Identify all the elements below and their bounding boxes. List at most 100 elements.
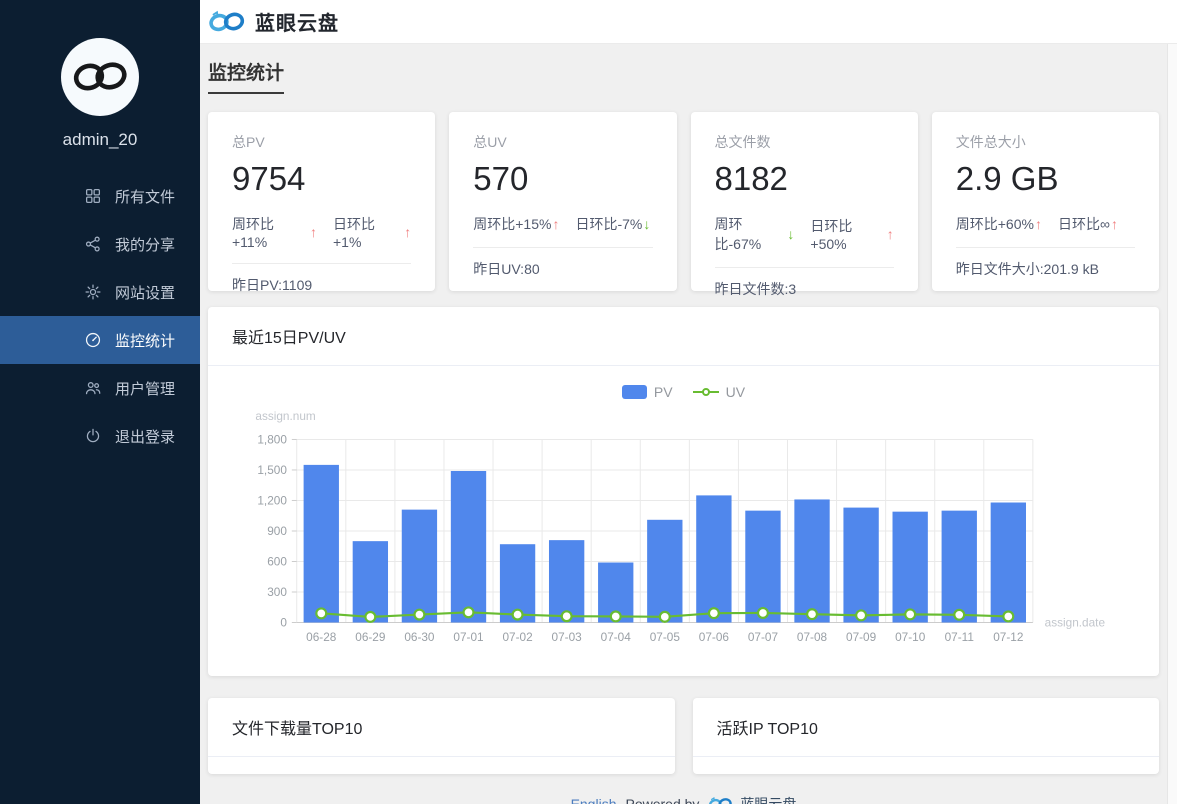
svg-text:300: 300 — [267, 585, 287, 599]
divider — [715, 267, 894, 268]
scrollbar-track[interactable] — [1167, 44, 1177, 804]
top10-active-ip-title: 活跃IP TOP10 — [693, 698, 1160, 757]
sidebar-item-logout[interactable]: 退出登录 — [0, 412, 200, 460]
svg-text:07-07: 07-07 — [748, 630, 778, 644]
stat-footer: 昨日PV:1109 — [232, 275, 411, 295]
trend-arrow-icon: ↑ — [310, 224, 317, 240]
language-link[interactable]: English — [571, 796, 617, 804]
app-window: admin_20 所有文件 我的分享 网站设置 — [0, 0, 1177, 804]
stat-trends: 周环比+60%↑ 日环比∞↑ — [956, 214, 1135, 234]
top10-downloads-title: 文件下载量TOP10 — [208, 698, 675, 757]
svg-text:07-03: 07-03 — [552, 630, 583, 644]
app-brand[interactable]: 蓝眼云盘 — [208, 7, 339, 36]
stat-footer: 昨日文件数:3 — [715, 279, 894, 299]
top-header: 蓝眼云盘 — [200, 0, 1177, 44]
svg-text:07-04: 07-04 — [601, 630, 632, 644]
main-area: 蓝眼云盘 监控统计 总PV 9754 周环比+11%↑ 日环比+1%↑ 昨日PV… — [200, 0, 1177, 804]
sidebar-nav: 所有文件 我的分享 网站设置 监控统计 — [0, 172, 200, 460]
trend-arrow-icon: ↑ — [404, 224, 411, 240]
app-title: 蓝眼云盘 — [255, 7, 339, 36]
sidebar-item-my-shares[interactable]: 我的分享 — [0, 220, 200, 268]
top10-downloads-panel: 文件下载量TOP10 — [208, 698, 675, 774]
page-footer: English Powered by 蓝眼云盘 — [208, 786, 1159, 804]
dashboard-icon — [84, 331, 102, 349]
stat-card-total-size: 文件总大小 2.9 GB 周环比+60%↑ 日环比∞↑ 昨日文件大小:201.9… — [932, 112, 1159, 291]
trend-arrow-icon: ↓ — [787, 226, 794, 242]
stat-footer: 昨日文件大小:201.9 kB — [956, 259, 1135, 279]
trend-arrow-icon: ↑ — [887, 226, 894, 242]
pv-uv-chart-canvas[interactable]: 0 300 600 900 1,200 1,500 1,800 assign.num assig… — [228, 406, 1139, 659]
svg-text:07-06: 07-06 — [699, 630, 730, 644]
trend-arrow-icon: ↑ — [1035, 216, 1042, 232]
svg-text:600: 600 — [267, 554, 287, 568]
sidebar: admin_20 所有文件 我的分享 网站设置 — [0, 0, 200, 804]
share-icon — [84, 235, 102, 253]
stat-card-total-pv: 总PV 9754 周环比+11%↑ 日环比+1%↑ 昨日PV:1109 — [208, 112, 435, 291]
svg-text:07-10: 07-10 — [895, 630, 926, 644]
power-icon — [84, 427, 102, 445]
stat-value: 8182 — [715, 160, 894, 198]
stat-trends: 周环比+11%↑ 日环比+1%↑ — [232, 214, 411, 250]
stat-card-total-files: 总文件数 8182 周环比-67%↓ 日环比+50%↑ 昨日文件数:3 — [691, 112, 918, 291]
chart-body: PV UV 0 300 600 900 1,200 1,500 1,800 assign.nu… — [208, 366, 1159, 659]
divider — [956, 247, 1135, 248]
stat-label: 文件总大小 — [956, 132, 1135, 152]
stat-value: 570 — [473, 160, 652, 198]
avatar[interactable] — [61, 38, 139, 116]
svg-text:06-30: 06-30 — [404, 630, 435, 644]
svg-text:07-08: 07-08 — [797, 630, 828, 644]
trend-arrow-icon: ↓ — [643, 216, 650, 232]
users-icon — [84, 379, 102, 397]
avatar-infinity-logo — [71, 57, 129, 97]
svg-text:07-09: 07-09 — [846, 630, 876, 644]
username: admin_20 — [0, 130, 200, 150]
sidebar-item-monitor-stats[interactable]: 监控统计 — [0, 316, 200, 364]
svg-text:1,800: 1,800 — [257, 432, 287, 446]
sidebar-item-user-management[interactable]: 用户管理 — [0, 364, 200, 412]
svg-text:07-05: 07-05 — [650, 630, 681, 644]
pv-uv-panel: 最近15日PV/UV PV UV 0 300 600 900 1,200 1,500 1,8… — [208, 307, 1159, 676]
svg-text:1,200: 1,200 — [257, 493, 287, 507]
svg-text:06-28: 06-28 — [306, 630, 337, 644]
grid-icon — [84, 187, 102, 205]
svg-text:07-02: 07-02 — [502, 630, 532, 644]
top10-active-ip-panel: 活跃IP TOP10 — [693, 698, 1160, 774]
trend-arrow-icon: ↑ — [552, 216, 559, 232]
svg-text:07-01: 07-01 — [453, 630, 483, 644]
stat-trends: 周环比+15%↑ 日环比-7%↓ — [473, 214, 652, 234]
stat-trends: 周环比-67%↓ 日环比+50%↑ — [715, 214, 894, 254]
sidebar-item-all-files[interactable]: 所有文件 — [0, 172, 200, 220]
legend-item-pv[interactable]: PV — [622, 384, 673, 400]
footer-brand-link[interactable]: 蓝眼云盘 — [708, 794, 796, 804]
sidebar-item-site-settings[interactable]: 网站设置 — [0, 268, 200, 316]
divider — [232, 263, 411, 264]
page-title: 监控统计 — [208, 58, 284, 94]
svg-text:06-29: 06-29 — [355, 630, 385, 644]
chart-legend: PV UV — [228, 380, 1139, 404]
app-logo-icon — [208, 8, 246, 35]
legend-item-uv[interactable]: UV — [693, 384, 745, 400]
svg-text:07-12: 07-12 — [993, 630, 1023, 644]
pv-uv-panel-title: 最近15日PV/UV — [208, 307, 1159, 366]
powered-by-text: Powered by — [625, 796, 699, 804]
svg-text:0: 0 — [280, 615, 287, 629]
trend-arrow-icon: ↑ — [1111, 216, 1118, 232]
stat-value: 2.9 GB — [956, 160, 1135, 198]
svg-text:assign.date: assign.date — [1045, 615, 1106, 629]
svg-text:900: 900 — [267, 524, 287, 538]
stat-label: 总UV — [473, 132, 652, 152]
svg-text:assign.num: assign.num — [255, 409, 315, 423]
page-content: 监控统计 总PV 9754 周环比+11%↑ 日环比+1%↑ 昨日PV:1109… — [200, 44, 1177, 804]
stat-card-total-uv: 总UV 570 周环比+15%↑ 日环比-7%↓ 昨日UV:80 — [449, 112, 676, 291]
gear-icon — [84, 283, 102, 301]
stat-cards-row: 总PV 9754 周环比+11%↑ 日环比+1%↑ 昨日PV:1109 总UV … — [208, 112, 1159, 291]
stat-label: 总PV — [232, 132, 411, 152]
svg-text:1,500: 1,500 — [257, 463, 287, 477]
footer-logo-icon — [708, 795, 733, 804]
pv-legend-swatch — [622, 385, 647, 399]
stat-footer: 昨日UV:80 — [473, 259, 652, 279]
uv-legend-swatch — [693, 391, 719, 393]
svg-text:07-11: 07-11 — [945, 630, 974, 644]
stat-label: 总文件数 — [715, 132, 894, 152]
stat-value: 9754 — [232, 160, 411, 198]
